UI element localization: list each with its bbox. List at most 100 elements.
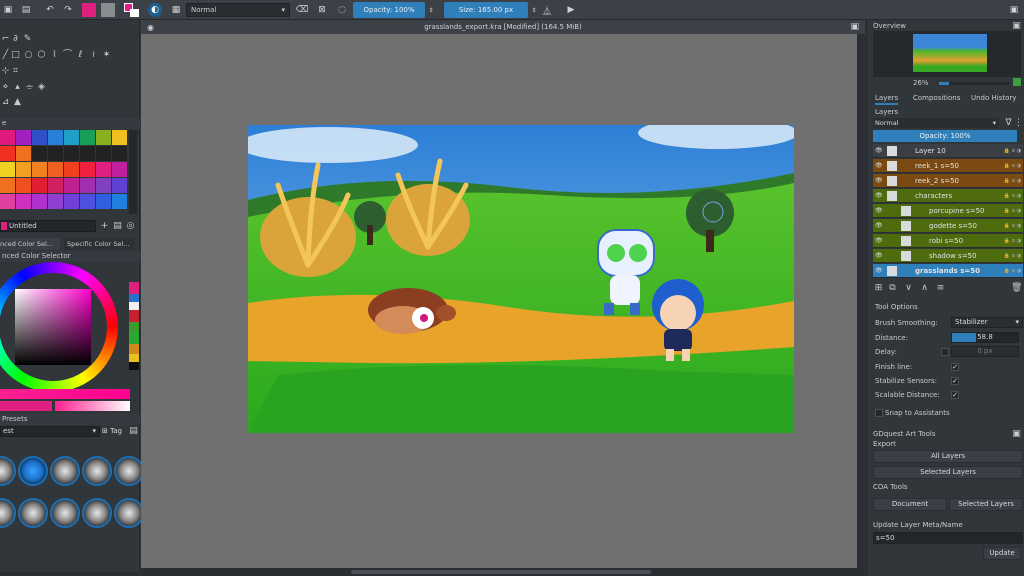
gradient-swatch[interactable]: [82, 3, 96, 17]
palette-swatch[interactable]: [64, 146, 79, 161]
palette-swatch[interactable]: [112, 178, 127, 193]
add-layer-icon[interactable]: ⊞: [873, 283, 884, 294]
palette-swatch[interactable]: [96, 162, 111, 177]
palette-swatch[interactable]: [64, 162, 79, 177]
color-slider-2[interactable]: [55, 401, 130, 411]
tab-compositions[interactable]: Compositions: [913, 94, 960, 102]
palette-grid[interactable]: [0, 130, 127, 215]
layer-lock-icon[interactable]: 🔒 α ◑: [1004, 144, 1021, 158]
zoom-slider[interactable]: [939, 82, 1009, 85]
palette-swatch[interactable]: [48, 146, 63, 161]
palette-swatch[interactable]: [16, 130, 31, 145]
distance-field[interactable]: 58.8: [951, 332, 1019, 343]
freehand-tool-icon[interactable]: ℓ: [75, 50, 86, 61]
visibility-eye-icon[interactable]: 👁: [875, 189, 883, 203]
palette-swatch[interactable]: [80, 194, 95, 209]
palette-swatch[interactable]: [96, 146, 111, 161]
visibility-eye-icon[interactable]: 👁: [875, 204, 883, 218]
bezier-tool-icon[interactable]: ⌒: [62, 50, 73, 61]
color-history-strip[interactable]: [129, 282, 139, 378]
brush-smoothing-select[interactable]: Stabilizer ▾: [951, 317, 1023, 328]
finish-line-checkbox[interactable]: ✓: [951, 363, 959, 371]
palette-swatch[interactable]: [0, 162, 15, 177]
eyedropper-icon[interactable]: ⌯: [24, 82, 35, 93]
saturation-value-square[interactable]: [15, 289, 91, 365]
freehand-path-icon[interactable]: ∂: [10, 34, 21, 45]
layer-properties-icon[interactable]: ≡: [935, 283, 946, 294]
layer-row[interactable]: 👁 grasslands s=50 🔒 α ◑: [873, 264, 1023, 278]
colorize-tool-icon[interactable]: ▴: [12, 82, 23, 93]
opacity-slider[interactable]: Opacity: 100%: [353, 2, 425, 18]
palette-name-field[interactable]: Untitled: [0, 220, 96, 232]
duplicate-layer-icon[interactable]: ⧉: [887, 283, 898, 294]
gradient-tool-icon[interactable]: ⋄: [0, 82, 11, 93]
visibility-eye-icon[interactable]: 👁: [875, 234, 883, 248]
move-layer-up-icon[interactable]: ∧: [919, 283, 930, 294]
size-spin-icon[interactable]: ⇕: [530, 3, 538, 17]
palette-swatch[interactable]: [96, 178, 111, 193]
palette-swatch[interactable]: [80, 162, 95, 177]
wrap-icon[interactable]: ◌: [336, 3, 348, 17]
layer-row[interactable]: 👁 godette s=50 🔒 α ◑: [873, 219, 1023, 233]
palette-swatch[interactable]: [64, 194, 79, 209]
measure-tool-icon[interactable]: ▲: [12, 97, 23, 108]
rectangle-tool-icon[interactable]: □: [10, 50, 21, 61]
palette-swatch[interactable]: [16, 146, 31, 161]
visibility-eye-icon[interactable]: 👁: [875, 264, 883, 278]
opacity-spin-icon[interactable]: ⇕: [427, 3, 435, 17]
palette-swatch[interactable]: [80, 146, 95, 161]
redo-icon[interactable]: ↷: [62, 3, 74, 17]
palette-swatch[interactable]: [48, 194, 63, 209]
visibility-eye-icon[interactable]: 👁: [875, 249, 883, 263]
ellipse-tool-icon[interactable]: ○: [23, 50, 34, 61]
scalable-distance-checkbox[interactable]: ✓: [951, 391, 959, 399]
close-document-icon[interactable]: ▣: [850, 20, 859, 34]
palette-swatch[interactable]: [0, 178, 15, 193]
size-slider[interactable]: Size: 165.00 px: [444, 2, 528, 18]
presets-filter-field[interactable]: est ▾: [0, 426, 100, 437]
layer-opacity-slider[interactable]: Opacity: 100%: [873, 130, 1017, 142]
layer-lock-icon[interactable]: 🔒 α ◑: [1004, 234, 1021, 248]
tab-specific-color-selector[interactable]: Specific Color Sel...: [64, 238, 134, 250]
presets-menu-icon[interactable]: ▤: [128, 426, 139, 437]
calligraphy-icon[interactable]: ✎: [22, 34, 33, 45]
palette-swatch[interactable]: [0, 146, 15, 161]
palette-swatch[interactable]: [112, 194, 127, 209]
tab-layers[interactable]: Layers: [875, 94, 899, 105]
eraser-icon[interactable]: ⌫: [296, 3, 309, 17]
brush-preset-icon[interactable]: ◐: [148, 3, 162, 17]
layer-lock-icon[interactable]: 🔒 α ◑: [1004, 204, 1021, 218]
preserve-alpha-icon[interactable]: ⊠: [316, 3, 328, 17]
layer-options-icon[interactable]: ⋮: [1013, 118, 1024, 129]
palette-swatch[interactable]: [0, 194, 15, 209]
brush-preset-item[interactable]: [18, 456, 48, 486]
palette-swatch[interactable]: [48, 178, 63, 193]
mirror-vertical-icon[interactable]: ▶: [564, 3, 578, 17]
palette-swatch[interactable]: [48, 130, 63, 145]
blend-mode-select[interactable]: Normal ▾: [186, 3, 290, 17]
layer-lock-icon[interactable]: 🔒 α ◑: [1004, 219, 1021, 233]
palette-swatch[interactable]: [80, 178, 95, 193]
brush-preset-item[interactable]: [82, 456, 112, 486]
palette-swatch[interactable]: [112, 130, 127, 145]
palette-scrollbar[interactable]: [129, 130, 137, 214]
save-palette-icon[interactable]: ▤: [112, 221, 123, 232]
layer-row[interactable]: 👁 reek_2 s=50 🔒 α ◑: [873, 174, 1023, 188]
presets-tag-button[interactable]: ⊞ Tag: [102, 426, 126, 437]
open-icon[interactable]: ▤: [20, 3, 32, 17]
multibrush-icon[interactable]: ✶: [101, 50, 112, 61]
palette-swatch[interactable]: [96, 130, 111, 145]
visibility-eye-icon[interactable]: 👁: [875, 159, 883, 173]
palette-swatch[interactable]: [16, 178, 31, 193]
overview-panel[interactable]: [873, 31, 1021, 77]
move-layer-down-icon[interactable]: ∨: [903, 283, 914, 294]
tab-advanced-color-selector[interactable]: nced Color Sel...: [0, 238, 60, 250]
tab-undo-history[interactable]: Undo History: [971, 94, 1016, 102]
hue-ring[interactable]: [0, 262, 118, 392]
add-swatch-icon[interactable]: +: [99, 221, 110, 232]
close-docker-icon[interactable]: ▣: [1011, 429, 1022, 440]
undo-icon[interactable]: ↶: [44, 3, 56, 17]
layer-row[interactable]: 👁 reek_1 s=50 🔒 α ◑: [873, 159, 1023, 173]
palette-swatch[interactable]: [32, 130, 47, 145]
brush-presets-grid[interactable]: [0, 456, 144, 536]
